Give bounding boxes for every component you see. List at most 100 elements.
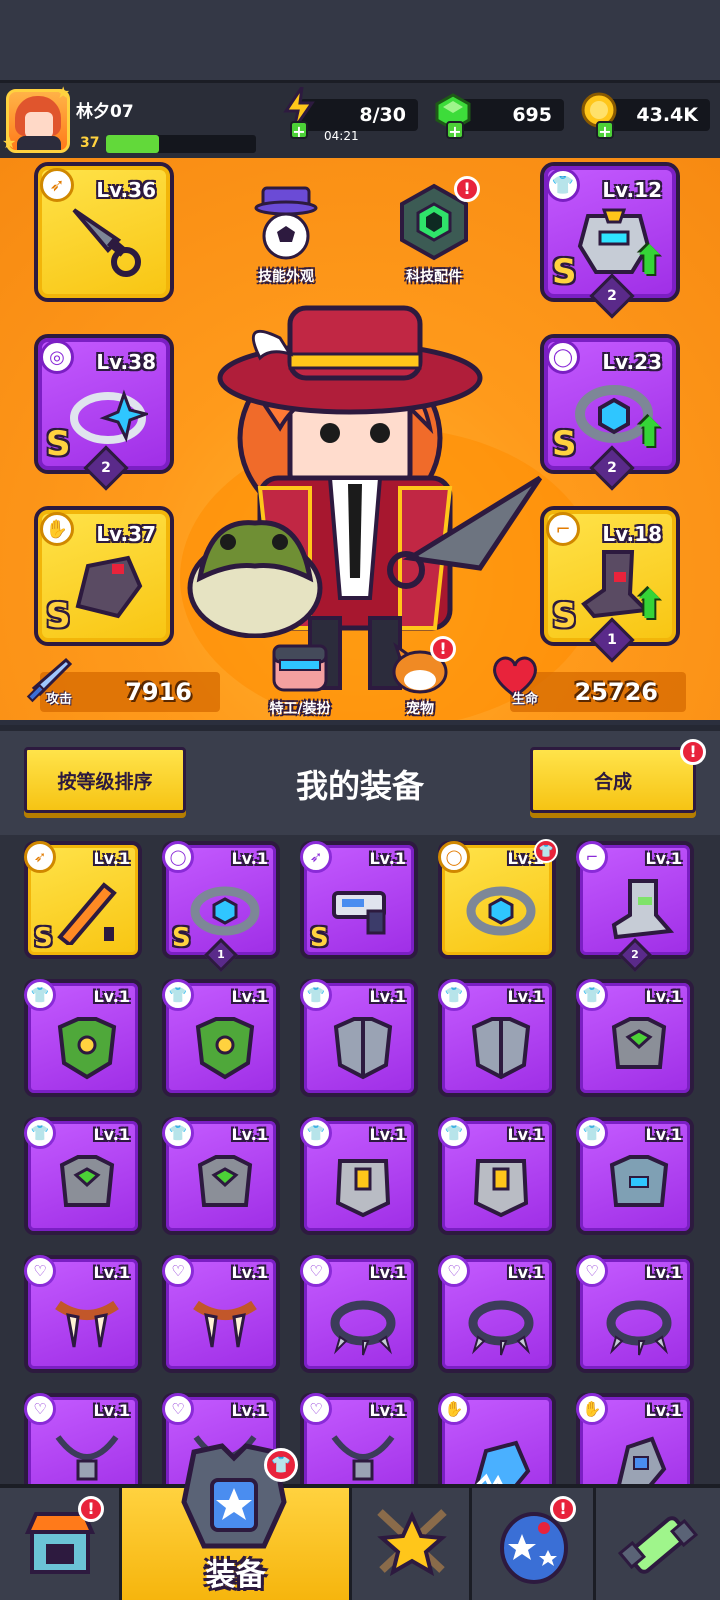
fang-necklace-icon [55, 1300, 119, 1348]
inventory-item[interactable]: 👕 Lv.1 [24, 979, 142, 1097]
nav-tab-lab[interactable] [596, 1488, 720, 1600]
item-level: Lv.1 [93, 1401, 130, 1420]
star-icon: ★ [2, 133, 17, 152]
item-type-icon: ♡ [162, 1255, 194, 1287]
inventory-item[interactable]: ♡ Lv.1 [300, 1255, 418, 1373]
gem-plus-icon[interactable]: + [446, 121, 464, 141]
skill-skin-button[interactable]: 技能外观 [236, 182, 336, 286]
equipped-ring-slot[interactable]: ◎ Lv.38 S 2 [34, 334, 174, 491]
inventory-item[interactable]: 👕 Lv.1 [300, 1117, 418, 1235]
item-level: Lv.1 [645, 1263, 682, 1282]
shirt-icon: 👕 [546, 168, 580, 202]
item-type-icon: 👕 [162, 979, 194, 1011]
spike-collar-icon [606, 1300, 672, 1356]
nav-tab-talent[interactable] [352, 1488, 472, 1600]
fang-necklace-icon [193, 1300, 257, 1348]
item-type-icon: ♡ [576, 1255, 608, 1287]
item-level: Lv.1 [369, 1263, 406, 1282]
inventory-item[interactable]: 👕 Lv.1 [300, 979, 418, 1097]
item-type-icon: 👕 [438, 1117, 470, 1149]
belt-icon [190, 886, 260, 936]
rank-badge: S [46, 596, 71, 636]
item-level: Lv.1 [93, 1125, 130, 1144]
inventory-item[interactable]: 👕 Lv.1 [162, 1117, 280, 1235]
merge-button[interactable]: 合成 [530, 747, 696, 813]
frog-pet-illustration [187, 520, 323, 638]
new-item-shirt-icon: 👕 [534, 839, 558, 863]
inventory-item[interactable]: ♡ Lv.1 [438, 1255, 556, 1373]
inventory-item[interactable]: 👕 Lv.1 [576, 979, 694, 1097]
inventory-item[interactable]: 👕 Lv.1 [24, 1117, 142, 1235]
slot-level: Lv.23 [602, 350, 662, 374]
item-type-icon: ♡ [438, 1255, 470, 1287]
player-level: 37 [80, 135, 100, 151]
slot-level: Lv.38 [96, 350, 156, 374]
item-type-icon: 👕 [300, 1117, 332, 1149]
equipped-gloves-slot[interactable]: ✋ Lv.37 S [34, 506, 174, 646]
armor-steel-icon [471, 1017, 531, 1080]
agent-outfit-button[interactable]: 特工/装扮 [250, 642, 350, 718]
slot-level: Lv.36 [96, 178, 156, 202]
item-type-icon: ⌐ [576, 841, 608, 873]
chain-necklace-icon [55, 1435, 119, 1481]
sword-icon [57, 882, 117, 945]
item-level: Lv.1 [93, 849, 130, 868]
equipped-weapon-slot[interactable]: ➶ Lv.36 [34, 162, 174, 302]
spike-collar-icon [468, 1300, 534, 1356]
ring-icon: ◎ [40, 340, 74, 374]
inventory-item[interactable]: ♡ Lv.1 [576, 1255, 694, 1373]
nav-tab-shop[interactable]: ! [0, 1488, 122, 1600]
coin-plus-icon[interactable]: + [596, 121, 614, 141]
pet-button[interactable]: 宠物 ! [370, 636, 470, 718]
upgrade-arrow-icon: ⬆ [632, 410, 666, 456]
nav-tab-pets[interactable]: ! [472, 1488, 596, 1600]
rank-badge: S [34, 923, 53, 953]
belt-icon [466, 886, 536, 936]
kunai-icon: ➶ [40, 168, 74, 202]
energy-plus-icon[interactable]: + [290, 121, 308, 141]
inventory-item[interactable]: ♡ Lv.1 [300, 1393, 418, 1485]
item-type-icon: 👕 [438, 979, 470, 1011]
item-level: Lv.1 [645, 1125, 682, 1144]
armor-green-icon [57, 1017, 117, 1080]
inventory-item[interactable]: ♡ Lv.1 [162, 1255, 280, 1373]
tech-parts-label: 科技配件 [406, 269, 462, 285]
inventory-item[interactable]: ➶ Lv.1 S [300, 841, 418, 959]
item-level: Lv.1 [231, 1401, 268, 1420]
equipped-armor-slot[interactable]: 👕 Lv.12 S ⬆ 2 [540, 162, 680, 319]
inventory-item[interactable]: ⌐ Lv.1 2 [576, 841, 694, 972]
inventory-item[interactable]: ◯ Lv.1 👕 [438, 839, 558, 959]
equipped-boots-slot[interactable]: ⌐ Lv.18 S ⬆ 1 [540, 506, 680, 663]
armor-blue-icon [609, 1155, 669, 1207]
inventory-item[interactable]: ♡ Lv.1 [24, 1255, 142, 1373]
item-level: Lv.1 [231, 1263, 268, 1282]
equipped-belt-slot[interactable]: ◯ Lv.23 S ⬆ 2 [540, 334, 680, 491]
inventory-item[interactable]: 👕 Lv.1 [162, 979, 280, 1097]
inventory-item[interactable]: ➶ Lv.1 S [24, 841, 142, 959]
tech-parts-button[interactable]: 科技配件 ! [384, 176, 484, 286]
glove-icon: ✋ [40, 512, 74, 546]
slot-level: Lv.37 [96, 522, 156, 546]
agent-outfit-label: 特工/装扮 [269, 701, 331, 717]
nav-tab-equipment[interactable]: 👕 装备 [122, 1443, 352, 1600]
energy-value: 8/30 [359, 104, 406, 126]
inventory-item[interactable]: 👕 Lv.1 [438, 1117, 556, 1235]
nav-tab-equipment-label: 装备 [205, 1558, 266, 1593]
alert-badge: ! [454, 176, 480, 202]
item-level: Lv.1 [507, 1125, 544, 1144]
coin-value: 43.4K [636, 104, 698, 126]
inventory-item[interactable]: ◯ Lv.1 S 1 [162, 841, 280, 972]
inventory-item[interactable]: ✋ Lv.1 [576, 1393, 694, 1485]
item-type-icon: ♡ [24, 1393, 56, 1425]
gem-value: 695 [512, 104, 552, 126]
item-type-icon: ✋ [576, 1393, 608, 1425]
hp-value: 25726 [574, 678, 659, 706]
item-type-icon: ➶ [300, 841, 332, 873]
kunai-weapon-icon [72, 208, 141, 277]
inventory-item[interactable]: 👕 Lv.1 [576, 1117, 694, 1235]
inventory-item[interactable]: 👕 Lv.1 [438, 979, 556, 1097]
inventory-item[interactable]: ✋ [438, 1393, 556, 1485]
inventory-item[interactable]: ♡ Lv.1 [24, 1393, 142, 1485]
energy-timer: 04:21 [324, 129, 359, 143]
rank-badge: S [172, 923, 191, 953]
